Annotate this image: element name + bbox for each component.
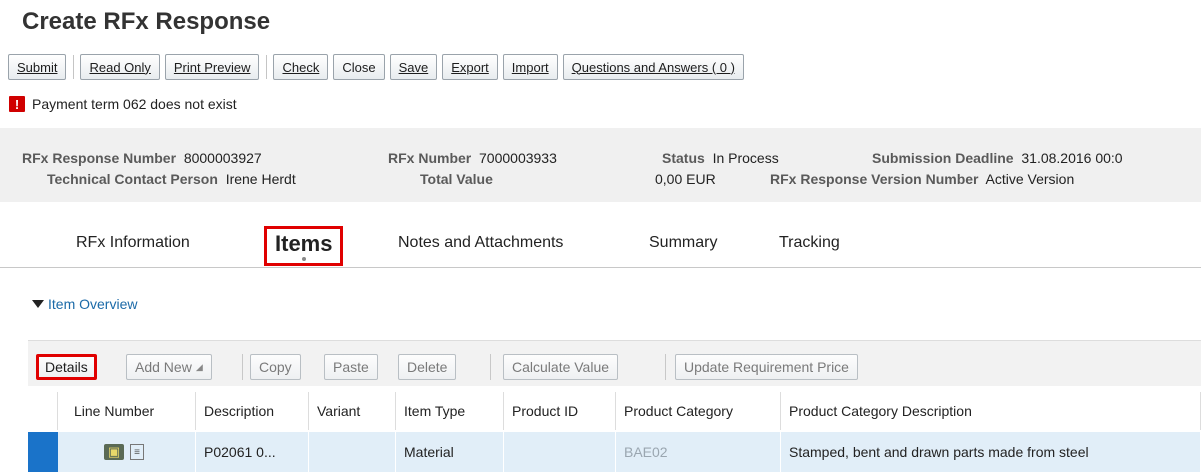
column-header-item-type[interactable]: Item Type [396,392,504,430]
total-value: 0,00 EUR [655,171,716,187]
cell-product-id [504,432,616,472]
column-header-line-number[interactable]: Line Number [66,392,196,430]
item-overview-toggle[interactable]: Item Overview [32,296,137,312]
cell-variant [309,432,396,472]
table-row[interactable]: ▣ ≡ P02061 0... Material BAE02 Stamped, … [28,432,1201,472]
add-new-label: Add New [135,359,192,375]
paste-button[interactable]: Paste [324,354,378,380]
status-field: Status In Process [662,150,779,166]
read-only-button[interactable]: Read Only [80,54,160,80]
deadline-label: Submission Deadline [872,150,1014,166]
submit-button[interactable]: Submit [8,54,67,80]
tab-strip: RFx Information Items Notes and Attachme… [0,212,1201,268]
column-header-product-category[interactable]: Product Category [616,392,781,430]
error-message-text: Payment term 062 does not exist [32,96,237,112]
rfx-number-label: RFx Number [388,150,472,166]
tab-summary[interactable]: Summary [649,234,717,252]
tab-notes-attachments[interactable]: Notes and Attachments [398,234,563,252]
error-message: ! Payment term 062 does not exist [9,96,237,112]
toolbar-separator [490,354,491,380]
table-header-row: Line Number Description Variant Item Typ… [28,392,1201,430]
column-header-product-id[interactable]: Product ID [504,392,616,430]
response-number-field: RFx Response Number 8000003927 [22,150,262,166]
tab-items[interactable]: Items [264,226,344,266]
toolbar-separator [242,354,243,380]
cell-product-category: BAE02 [616,432,781,472]
total-value-label: Total Value [420,171,493,187]
copy-button[interactable]: Copy [250,354,301,380]
add-new-button[interactable]: Add New ◢ [126,354,212,380]
response-number-value: 8000003927 [183,150,262,166]
contact-label: Technical Contact Person [47,171,218,187]
version-field: RFx Response Version Number Active Versi… [770,171,1074,187]
dropdown-arrow-icon: ◢ [195,361,203,372]
items-table: Line Number Description Variant Item Typ… [28,392,1201,472]
column-header-category-description[interactable]: Product Category Description [781,392,1201,430]
tab-tracking[interactable]: Tracking [779,234,840,252]
status-value: In Process [712,150,779,166]
delete-button[interactable]: Delete [398,354,457,380]
main-toolbar: Submit Read Only Print Preview Check Clo… [8,54,749,80]
check-button[interactable]: Check [273,54,329,80]
deadline-field: Submission Deadline 31.08.2016 00:0 [872,150,1123,166]
tab-rfx-information[interactable]: RFx Information [76,234,190,252]
details-button[interactable]: Details [36,354,97,380]
expand-triangle-icon [32,300,44,308]
version-value: Active Version [985,171,1075,187]
cell-description: P02061 0... [196,432,309,472]
cell-category-description: Stamped, bent and drawn parts made from … [781,432,1201,472]
calculate-value-button[interactable]: Calculate Value [503,354,619,380]
column-header-variant[interactable]: Variant [309,392,396,430]
tab-items-label: Items [275,231,333,256]
item-icon: ▣ [104,444,124,460]
status-label: Status [662,150,705,166]
item-grid-toolbar: Details Add New ◢ Copy Paste Delete Calc… [28,340,1201,386]
contact-field: Technical Contact Person Irene Herdt [47,171,296,187]
contact-value: Irene Herdt [225,171,296,187]
save-button[interactable]: Save [389,54,438,80]
close-button[interactable]: Close [333,54,385,80]
cell-line-number: ▣ ≡ [66,432,196,472]
section-title: Item Overview [48,296,138,312]
questions-answers-button[interactable]: Questions and Answers ( 0 ) [562,54,744,80]
rfx-number-value: 7000003933 [479,150,557,166]
error-icon: ! [9,96,25,112]
update-requirement-price-button[interactable]: Update Requirement Price [675,354,858,380]
row-selector[interactable] [28,432,58,472]
print-preview-button[interactable]: Print Preview [164,54,260,80]
document-icon: ≡ [130,444,144,460]
version-label: RFx Response Version Number [770,171,979,187]
selector-column-header[interactable] [28,392,58,430]
toolbar-separator [73,55,75,79]
tab-indicator-icon [301,257,306,261]
deadline-value: 31.08.2016 00:0 [1021,150,1123,166]
response-number-label: RFx Response Number [22,150,177,166]
rfx-header: RFx Response Number 8000003927 RFx Numbe… [0,128,1201,202]
cell-item-type: Material [396,432,504,472]
export-button[interactable]: Export [442,54,498,80]
column-header-description[interactable]: Description [196,392,309,430]
rfx-number-field: RFx Number 7000003933 [388,150,557,166]
page-title: Create RFx Response [22,8,271,35]
toolbar-separator [266,55,268,79]
toolbar-separator [665,354,666,380]
import-button[interactable]: Import [502,54,558,80]
